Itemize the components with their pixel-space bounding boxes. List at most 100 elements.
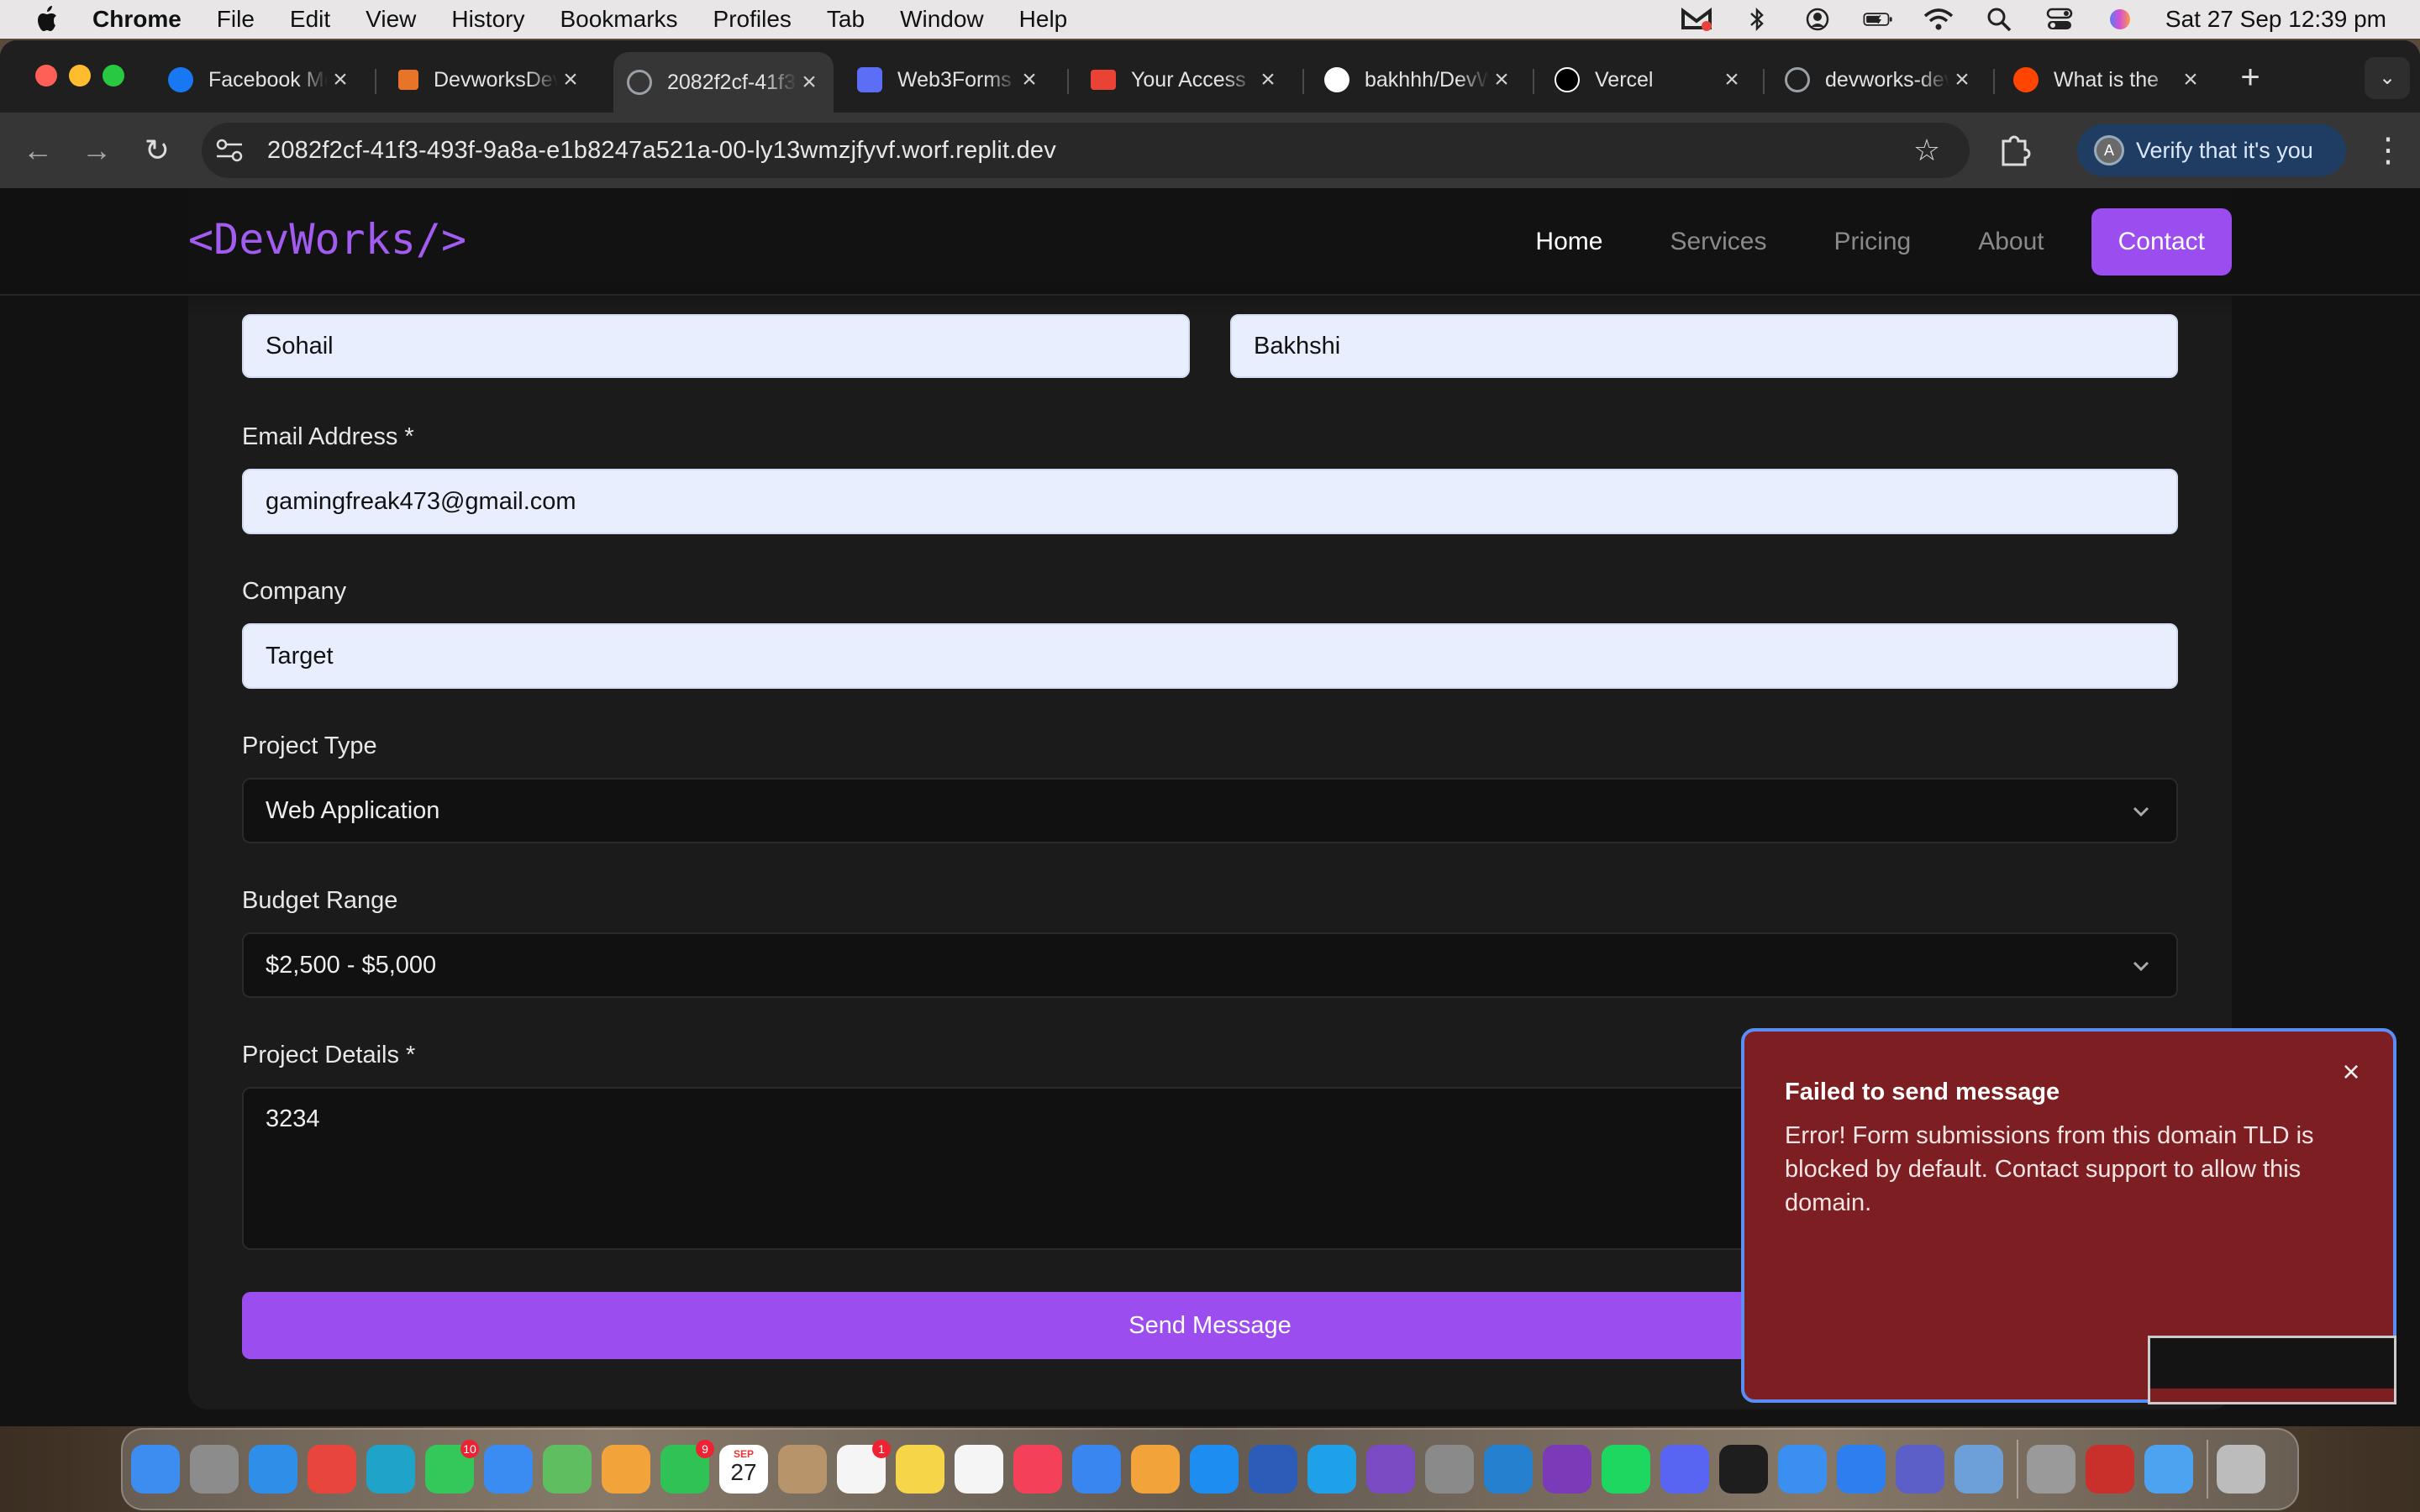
company-field[interactable]: Target <box>242 623 2178 689</box>
tab-close-icon[interactable]: × <box>1949 66 1975 94</box>
chrome-icon[interactable] <box>308 1445 356 1494</box>
tab-close-icon[interactable]: × <box>797 68 822 97</box>
user-account-icon[interactable] <box>1802 7 1833 32</box>
browser-tab[interactable]: Vercel × <box>1541 52 1756 108</box>
control-center-icon[interactable] <box>2044 7 2075 32</box>
figma-icon[interactable] <box>1719 1445 1768 1494</box>
menu-window[interactable]: Window <box>900 6 984 33</box>
browser-tab[interactable]: DevworksDev × <box>385 52 595 108</box>
tab-close-icon[interactable]: × <box>328 66 353 94</box>
app-store-icon[interactable] <box>1190 1445 1239 1494</box>
tab-search-chevron-icon[interactable]: ⌄ <box>2365 57 2410 99</box>
tab-close-icon[interactable]: × <box>1489 66 1514 94</box>
edge-icon[interactable] <box>366 1445 415 1494</box>
pages-icon[interactable] <box>1131 1445 1180 1494</box>
calculator-icon[interactable] <box>2027 1445 2075 1494</box>
browser-tab[interactable]: What is the × <box>2000 52 2215 108</box>
xcode-icon[interactable] <box>1778 1445 1827 1494</box>
maps-icon[interactable] <box>543 1445 592 1494</box>
menu-bookmarks[interactable]: Bookmarks <box>560 6 677 33</box>
facetime-icon[interactable]: 9 <box>660 1440 714 1494</box>
menu-history[interactable]: History <box>451 6 524 33</box>
apple-menu-icon[interactable] <box>34 5 59 34</box>
browser-tab[interactable]: bakhhh/DevWorks × <box>1311 52 1526 108</box>
calendar-icon[interactable]: SEP 27 <box>719 1445 768 1494</box>
forward-arrow-icon[interactable]: → <box>77 131 116 170</box>
trash-icon[interactable] <box>2217 1445 2265 1494</box>
extensions-puzzle-icon[interactable] <box>1998 131 2032 168</box>
reminders-icon[interactable]: 1 <box>837 1440 891 1494</box>
tab-close-icon[interactable]: × <box>1255 66 1281 94</box>
menu-app-name[interactable]: Chrome <box>92 6 182 33</box>
notes-icon[interactable] <box>896 1445 944 1494</box>
preview-icon[interactable] <box>1954 1445 2003 1494</box>
browser-tab[interactable]: Web3Forms × <box>844 52 1054 108</box>
safari-icon[interactable] <box>249 1445 297 1494</box>
devworks-logo[interactable]: <DevWorks/> <box>188 215 466 264</box>
freeform-icon[interactable] <box>955 1445 1003 1494</box>
nav-services[interactable]: Services <box>1670 228 1766 256</box>
music-icon[interactable] <box>1013 1445 1062 1494</box>
spotlight-search-icon[interactable] <box>1984 7 2014 32</box>
window-minimize-button[interactable] <box>69 65 91 87</box>
browser-tab[interactable]: Your Access × <box>1077 52 1292 108</box>
menu-bar-clock[interactable]: Sat 27 Sep 12:39 pm <box>2165 6 2386 33</box>
new-tab-button[interactable]: + <box>2232 59 2269 96</box>
site-info-icon[interactable] <box>215 138 244 163</box>
budget-select[interactable]: $2,500 - $5,000 <box>242 932 2178 998</box>
reload-icon[interactable]: ↻ <box>138 131 176 170</box>
project-type-select[interactable]: Web Application <box>242 778 2178 843</box>
menu-view[interactable]: View <box>366 6 416 33</box>
menu-tab[interactable]: Tab <box>827 6 865 33</box>
photos-icon[interactable] <box>602 1445 650 1494</box>
gmail-icon[interactable] <box>1681 7 1712 32</box>
tab-close-icon[interactable]: × <box>1719 66 1744 94</box>
menu-file[interactable]: File <box>217 6 255 33</box>
tab-close-icon[interactable]: × <box>1017 66 1042 94</box>
vscode-icon[interactable] <box>1484 1445 1533 1494</box>
first-name-field[interactable]: Sohail <box>242 314 1190 378</box>
bookmark-star-icon[interactable]: ☆ <box>1912 135 1941 165</box>
visual-studio-icon[interactable] <box>1366 1445 1415 1494</box>
nav-contact-button[interactable]: Contact <box>2091 208 2232 276</box>
menu-profiles[interactable]: Profiles <box>713 6 792 33</box>
nav-home[interactable]: Home <box>1535 228 1602 256</box>
weather-icon[interactable] <box>2144 1445 2193 1494</box>
browser-tab-active[interactable]: 2082f2cf-41f3 × <box>613 52 834 113</box>
back-arrow-icon[interactable]: ← <box>18 131 57 170</box>
word-icon[interactable] <box>1249 1445 1297 1494</box>
spotify-icon[interactable] <box>1602 1445 1650 1494</box>
address-bar[interactable]: 2082f2cf-41f3-493f-9a8a-e1b8247a521a-00-… <box>202 123 1970 178</box>
contacts-icon[interactable] <box>778 1445 827 1494</box>
screenshot-thumbnail[interactable] <box>2148 1336 2396 1404</box>
more-menu-icon[interactable]: ⋮ <box>2371 129 2405 171</box>
mail-icon[interactable] <box>484 1445 533 1494</box>
browser-tab[interactable]: devworks-dev × <box>1771 52 1986 108</box>
finder-icon[interactable] <box>131 1445 180 1494</box>
browser-tab[interactable]: Facebook Messenger × <box>155 52 365 108</box>
verify-identity-button[interactable]: A Verify that it's you <box>2077 124 2346 176</box>
menu-edit[interactable]: Edit <box>290 6 330 33</box>
launchpad-icon[interactable] <box>190 1445 239 1494</box>
screenshot-icon[interactable] <box>2086 1445 2134 1494</box>
window-zoom-button[interactable] <box>103 65 124 87</box>
email-field[interactable]: gamingfreak473@gmail.com <box>242 469 2178 534</box>
tab-close-icon[interactable]: × <box>2178 66 2203 94</box>
teams-icon[interactable] <box>1896 1445 1944 1494</box>
tab-close-icon[interactable]: × <box>558 66 583 94</box>
cloud-app-icon[interactable] <box>1837 1445 1886 1494</box>
system-settings-icon[interactable] <box>1425 1445 1474 1494</box>
last-name-field[interactable]: Bakhshi <box>1230 314 2178 378</box>
menu-help[interactable]: Help <box>1019 6 1068 33</box>
nav-about[interactable]: About <box>1978 228 2044 256</box>
siri-icon[interactable] <box>2105 7 2135 32</box>
onenote-icon[interactable] <box>1543 1445 1591 1494</box>
keynote-icon[interactable] <box>1072 1445 1121 1494</box>
skype-icon[interactable] <box>1307 1445 1356 1494</box>
battery-icon[interactable] <box>1863 7 1893 32</box>
nav-pricing[interactable]: Pricing <box>1834 228 1912 256</box>
discord-icon[interactable] <box>1660 1445 1709 1494</box>
close-icon[interactable]: × <box>2334 1055 2368 1089</box>
window-close-button[interactable] <box>35 65 57 87</box>
wifi-icon[interactable] <box>1923 7 1954 32</box>
